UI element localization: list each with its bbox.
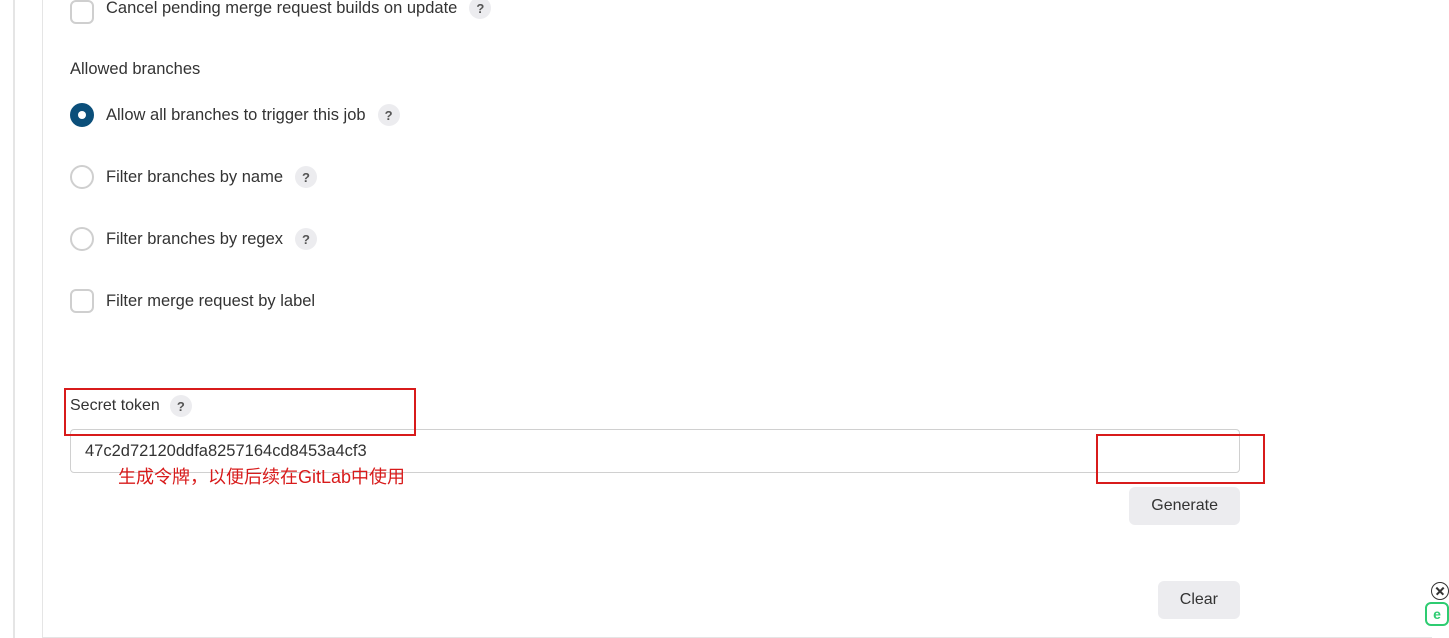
allowed-branches-header: Allowed branches: [70, 60, 1240, 79]
filter-name-label: Filter branches by name: [106, 168, 283, 187]
generate-button[interactable]: Generate: [1129, 487, 1240, 525]
cancel-pending-label: Cancel pending merge request builds on u…: [106, 0, 457, 18]
allow-all-label: Allow all branches to trigger this job: [106, 106, 366, 125]
widget-badge[interactable]: e: [1425, 602, 1449, 626]
filter-label-label: Filter merge request by label: [106, 292, 315, 311]
generate-row: Generate: [70, 487, 1240, 525]
clear-button[interactable]: Clear: [1158, 581, 1240, 619]
help-icon[interactable]: ?: [295, 166, 317, 188]
annotation-text: 生成令牌，以便后续在GitLab中使用: [118, 463, 405, 489]
filter-label-row: Filter merge request by label: [70, 287, 1240, 315]
filter-label-checkbox[interactable]: [70, 289, 94, 313]
filter-name-row: Filter branches by name ?: [70, 163, 1240, 191]
floating-widget: e: [1423, 582, 1449, 626]
help-icon[interactable]: ?: [378, 104, 400, 126]
cancel-pending-checkbox[interactable]: [70, 0, 94, 24]
annotation-box-generate: [1096, 434, 1265, 484]
filter-regex-label: Filter branches by regex: [106, 230, 283, 249]
annotation-box-token: [64, 388, 416, 436]
allow-all-radio[interactable]: [70, 103, 94, 127]
cancel-pending-row: Cancel pending merge request builds on u…: [70, 0, 1240, 26]
help-icon[interactable]: ?: [295, 228, 317, 250]
filter-regex-row: Filter branches by regex ?: [70, 225, 1240, 253]
scroll-indicator: [13, 0, 15, 638]
filter-regex-radio[interactable]: [70, 227, 94, 251]
settings-panel: Cancel pending merge request builds on u…: [70, 0, 1240, 619]
clear-row: Clear: [70, 581, 1240, 619]
allowed-branches-group: Allow all branches to trigger this job ?…: [70, 101, 1240, 315]
help-icon[interactable]: ?: [469, 0, 491, 19]
close-icon[interactable]: [1431, 582, 1449, 600]
allow-all-row: Allow all branches to trigger this job ?: [70, 101, 1240, 129]
filter-name-radio[interactable]: [70, 165, 94, 189]
